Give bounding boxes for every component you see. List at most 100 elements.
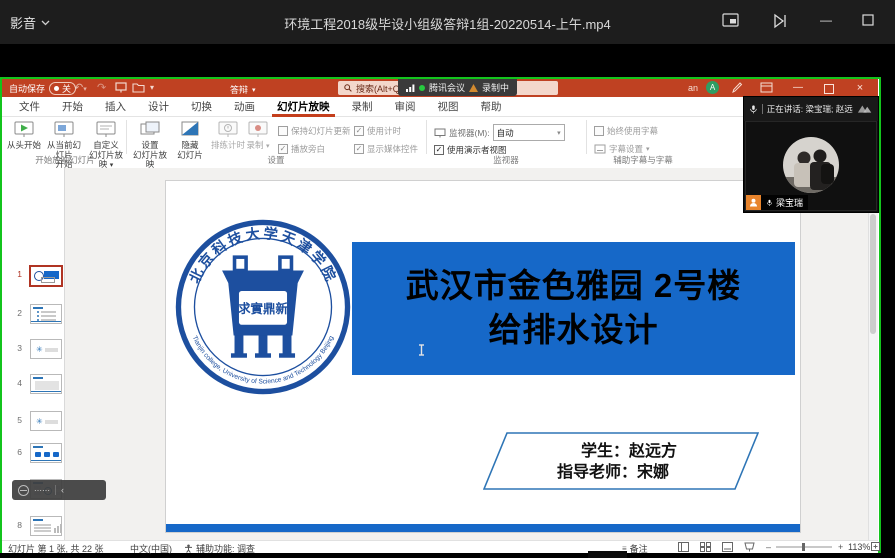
normal-view-button[interactable]	[678, 542, 689, 554]
player-app-menu[interactable]: 影音	[10, 13, 50, 32]
checkbox-unchecked-icon	[278, 126, 288, 136]
thumbnail-slide-1[interactable]	[29, 265, 63, 287]
thumb-number: 6	[8, 447, 22, 457]
thumbnail-slide-6[interactable]	[30, 443, 62, 463]
slideshow-view-button[interactable]	[744, 542, 755, 554]
group-divider	[126, 120, 127, 154]
inking-pen-icon[interactable]	[732, 82, 743, 95]
vertical-scrollbar[interactable]	[868, 168, 878, 540]
meeting-timer-icon	[18, 485, 29, 496]
open-folder-icon[interactable]	[132, 82, 145, 95]
tab-transitions[interactable]: 切换	[180, 97, 223, 117]
meeting-video-overlay[interactable]: 正在讲话: 梁宝瑞; 赵远方;	[744, 97, 878, 212]
slide-sorter-view-button[interactable]	[700, 542, 711, 554]
zoom-in-button[interactable]: +	[838, 542, 843, 552]
qat-more-icon[interactable]: ▾	[150, 83, 154, 92]
tab-file[interactable]: 文件	[8, 97, 51, 117]
university-logo: 北京科技大学天津学院 Tianjin college, University o…	[174, 218, 352, 396]
video-title: 环境工程2018级毕设小组级答辩1组-20220514-上午.mp4	[0, 14, 895, 33]
tab-slideshow[interactable]: 幻灯片放映	[266, 97, 341, 117]
chevron-down-icon	[41, 20, 50, 26]
group-label-monitors: 监视器	[428, 154, 584, 166]
player-titlebar: 环境工程2018级毕设小组级答辩1组-20220514-上午.mp4 影音 —	[0, 0, 895, 44]
slide-counter: 幻灯片 第 1 张, 共 22 张	[8, 542, 104, 555]
ppt-close-button[interactable]: ×	[854, 82, 866, 94]
tab-help[interactable]: 帮助	[470, 97, 513, 117]
redo-button[interactable]: ↷	[97, 81, 106, 94]
cast-to-device-icon[interactable]	[772, 13, 790, 31]
tab-view[interactable]: 视图	[427, 97, 470, 117]
monitor-dropdown[interactable]: 自动 ▾	[493, 124, 565, 141]
toggle-knob-icon	[54, 86, 59, 91]
logo-motto-text: 求實鼎新	[238, 301, 288, 316]
always-use-subtitles-checkbox[interactable]: 始终使用字幕	[594, 125, 658, 137]
current-slide-canvas[interactable]: 北京科技大学天津学院 Tianjin college, University o…	[166, 181, 800, 532]
ppt-restore-button[interactable]	[824, 84, 834, 94]
participant-name-tag: 梁宝瑞	[746, 195, 808, 210]
tab-animations[interactable]: 动画	[223, 97, 266, 117]
group-label-setup: 设置	[128, 154, 424, 166]
autosave-toggle[interactable]: 关	[49, 82, 76, 95]
checkbox-checked-icon: ✓	[278, 144, 288, 154]
host-badge-icon	[746, 195, 761, 210]
dropdown-caret-icon: ▾	[646, 145, 650, 153]
meeting-floating-text: ⋯⋯	[34, 486, 50, 495]
mini-player-icon[interactable]	[722, 13, 740, 31]
thumb-number: 1	[8, 269, 22, 279]
movies-tv-player-window: 环境工程2018级毕设小组级答辩1组-20220514-上午.mp4 影音 — …	[0, 0, 895, 558]
monitor-icon	[434, 128, 446, 138]
ribbon-display-options-icon[interactable]	[760, 82, 773, 95]
zoom-out-button[interactable]: –	[766, 542, 771, 552]
reading-view-button[interactable]	[722, 542, 733, 554]
thumb-number: 5	[8, 415, 22, 425]
undo-button[interactable]: ↶▾	[74, 81, 87, 94]
thumbnail-slide-2[interactable]	[30, 304, 62, 324]
advisor-line: 指导老师：宋娜	[557, 462, 669, 481]
subtitle-settings-icon	[594, 144, 606, 154]
title-dropdown-icon: ▾	[252, 86, 256, 94]
meeting-recording-pill[interactable]: 腾讯会议 录制中	[398, 79, 517, 96]
autosave-label: 自动保存	[9, 82, 45, 95]
student-info-shape[interactable]: 学生：赵远方 指导老师：宋娜	[483, 432, 759, 490]
zoom-slider-thumb[interactable]	[802, 543, 805, 551]
language-status[interactable]: 中文(中国)	[130, 542, 172, 555]
keep-slides-updated-checkbox[interactable]: 保持幻灯片更新	[278, 125, 351, 137]
thumbnail-slide-4[interactable]	[30, 374, 62, 394]
search-placeholder: 搜索(Alt+Q)	[356, 82, 403, 95]
meeting-floating-bar[interactable]: ⋯⋯ ‹	[12, 480, 106, 500]
account-text: an	[688, 83, 698, 93]
thumbnail-slide-3[interactable]: ✳	[30, 339, 62, 359]
dropdown-caret-icon: ▾	[266, 143, 270, 150]
player-app-label: 影音	[10, 13, 36, 32]
tab-home[interactable]: 开始	[51, 97, 94, 117]
thumb-number: 4	[8, 378, 22, 388]
zoom-level[interactable]: 113%	[848, 542, 870, 552]
zoom-slider[interactable]	[776, 546, 832, 548]
player-maximize-button[interactable]	[862, 13, 880, 31]
document-title[interactable]: 答辩	[230, 83, 248, 96]
thumbnail-slide-8[interactable]	[30, 516, 62, 536]
from-beginning-button[interactable]: 从头开始	[4, 120, 44, 151]
tab-record[interactable]: 录制	[341, 97, 384, 117]
tab-insert[interactable]: 插入	[94, 97, 137, 117]
start-slideshow-quick-icon[interactable]	[115, 82, 127, 95]
autosave-state: 关	[62, 82, 71, 95]
accessibility-status[interactable]: 辅助功能: 调查	[184, 542, 255, 555]
ppt-minimize-button[interactable]: —	[792, 82, 804, 94]
record-button[interactable]: 录制 ▾	[242, 120, 274, 152]
group-label-start: 开始放映幻灯片	[4, 154, 126, 166]
scrollbar-thumb[interactable]	[870, 214, 876, 334]
microphone-icon	[749, 103, 758, 116]
use-timings-checkbox[interactable]: ✓使用计时	[354, 125, 401, 137]
thumbnail-slide-5[interactable]: ✳	[30, 411, 62, 431]
monitor-select-row: 监视器(M): 自动 ▾	[434, 124, 565, 141]
fit-to-window-button[interactable]	[871, 542, 880, 553]
collapse-arrow[interactable]: ‹	[61, 485, 64, 495]
tab-review[interactable]: 审阅	[384, 97, 427, 117]
thumb-number: 8	[8, 520, 22, 530]
participant-video-tile[interactable]: 梁宝瑞	[745, 121, 877, 211]
tab-design[interactable]: 设计	[137, 97, 180, 117]
participant-name: 梁宝瑞	[776, 196, 803, 209]
player-minimize-button[interactable]: —	[820, 13, 838, 31]
account-avatar[interactable]: A	[706, 81, 719, 94]
